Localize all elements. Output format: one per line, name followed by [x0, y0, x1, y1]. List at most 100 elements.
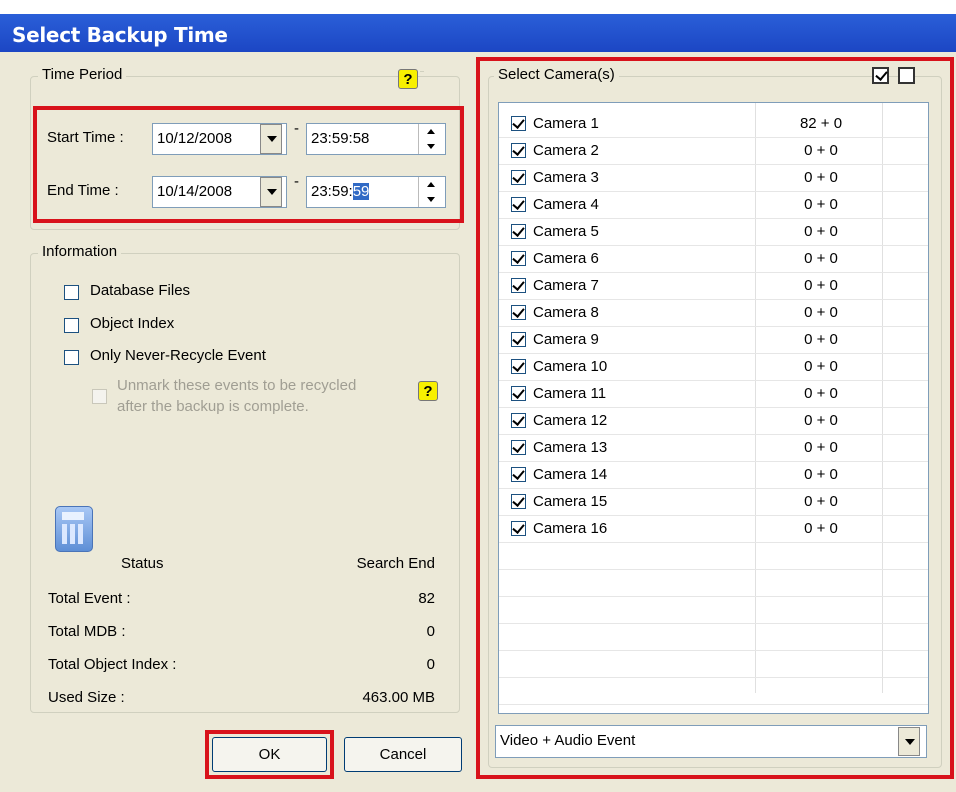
camera-event-count: 0 + 0: [804, 250, 838, 267]
camera-name: Camera 8: [533, 304, 599, 321]
end-date-value: 10/14/2008: [157, 183, 233, 200]
object-index-checkbox[interactable]: [64, 318, 79, 333]
table-row: [499, 651, 928, 678]
camera-name: Camera 11: [533, 385, 607, 402]
help-icon[interactable]: ?: [418, 381, 438, 401]
start-time-label: Start Time :: [47, 129, 124, 146]
database-files-label: Database Files: [90, 282, 191, 299]
table-row[interactable]: Camera 1 82 + 0: [499, 111, 928, 138]
unmark-recycle-label-line1: Unmark these events to be recycled: [117, 377, 357, 394]
help-icon[interactable]: ?: [398, 69, 418, 89]
used-size-label: Used Size :: [48, 689, 125, 706]
total-event-label: Total Event :: [48, 590, 131, 607]
camera-checkbox[interactable]: [511, 359, 526, 374]
camera-checkbox[interactable]: [511, 278, 526, 293]
table-row[interactable]: Camera 11 0 + 0: [499, 381, 928, 408]
camera-checkbox[interactable]: [511, 386, 526, 401]
table-row[interactable]: Camera 9 0 + 0: [499, 327, 928, 354]
start-time-spinner[interactable]: [418, 124, 443, 154]
table-row: [499, 570, 928, 597]
table-row[interactable]: Camera 14 0 + 0: [499, 462, 928, 489]
camera-checkbox[interactable]: [511, 116, 526, 131]
event-type-dropdown-button[interactable]: [898, 727, 920, 756]
table-row[interactable]: Camera 5 0 + 0: [499, 219, 928, 246]
camera-name: Camera 2: [533, 142, 599, 159]
end-time-label: End Time :: [47, 182, 119, 199]
uncheck-all-icon[interactable]: [898, 67, 915, 84]
camera-checkbox[interactable]: [511, 413, 526, 428]
table-row[interactable]: Camera 7 0 + 0: [499, 273, 928, 300]
camera-checkbox[interactable]: [511, 143, 526, 158]
table-row[interactable]: Camera 2 0 + 0: [499, 138, 928, 165]
camera-event-count: 0 + 0: [804, 223, 838, 240]
ok-button[interactable]: OK: [212, 737, 327, 772]
start-time-value: 23:59:58: [311, 130, 370, 147]
camera-event-count: 0 + 0: [804, 331, 838, 348]
total-object-index-value: 0: [426, 656, 435, 673]
camera-checkbox[interactable]: [511, 332, 526, 347]
camera-event-count: 0 + 0: [804, 169, 838, 186]
camera-event-count: 82 + 0: [799, 115, 843, 132]
unmark-recycle-label-line2: after the backup is complete.: [117, 398, 309, 415]
total-mdb-label: Total MDB :: [48, 623, 126, 640]
table-row[interactable]: Camera 13 0 + 0: [499, 435, 928, 462]
unmark-recycle-checkbox[interactable]: [92, 389, 107, 404]
camera-checkbox[interactable]: [511, 170, 526, 185]
time-period-legend: Time Period: [38, 66, 127, 83]
table-row[interactable]: Camera 4 0 + 0: [499, 192, 928, 219]
end-time-selected-text: 59: [352, 183, 370, 200]
camera-list[interactable]: Camera 1 82 + 0 Camera 2 0 + 0 Camera 3 0 + 0…: [498, 102, 929, 714]
window-title: Select Backup Time: [12, 23, 228, 47]
table-row[interactable]: Camera 6 0 + 0: [499, 246, 928, 273]
spin-up-icon[interactable]: [419, 124, 443, 139]
end-time-prefix: 23:59:: [311, 183, 353, 200]
status-value: Search End: [356, 555, 435, 572]
camera-event-count: 0 + 0: [804, 412, 838, 429]
camera-checkbox[interactable]: [511, 197, 526, 212]
camera-event-count: 0 + 0: [804, 520, 838, 537]
camera-name: Camera 15: [533, 493, 608, 510]
table-row[interactable]: Camera 12 0 + 0: [499, 408, 928, 435]
total-event-value: 82: [418, 590, 435, 607]
table-row: [499, 597, 928, 624]
camera-checkbox[interactable]: [511, 251, 526, 266]
camera-name: Camera 14: [533, 466, 608, 483]
total-object-index-label: Total Object Index :: [48, 656, 177, 673]
camera-event-count: 0 + 0: [804, 385, 838, 402]
table-row[interactable]: Camera 8 0 + 0: [499, 300, 928, 327]
camera-checkbox[interactable]: [511, 440, 526, 455]
camera-name: Camera 3: [533, 169, 599, 186]
camera-event-count: 0 + 0: [804, 493, 838, 510]
never-recycle-checkbox[interactable]: [64, 350, 79, 365]
end-date-dropdown-button[interactable]: [260, 177, 282, 207]
spin-down-icon[interactable]: [419, 139, 443, 154]
camera-checkbox[interactable]: [511, 467, 526, 482]
table-row[interactable]: Camera 3 0 + 0: [499, 165, 928, 192]
camera-checkbox[interactable]: [511, 224, 526, 239]
table-row[interactable]: Camera 16 0 + 0: [499, 516, 928, 543]
database-files-checkbox[interactable]: [64, 285, 79, 300]
end-dash: -: [294, 173, 299, 190]
divider: [420, 71, 424, 72]
cancel-button[interactable]: Cancel: [344, 737, 462, 772]
table-row: [499, 543, 928, 570]
camera-checkbox[interactable]: [511, 494, 526, 509]
camera-checkbox[interactable]: [511, 521, 526, 536]
spin-down-icon[interactable]: [419, 192, 443, 207]
table-row[interactable]: Camera 10 0 + 0: [499, 354, 928, 381]
camera-name: Camera 1: [533, 115, 599, 132]
camera-name: Camera 4: [533, 196, 599, 213]
end-time-spinner[interactable]: [418, 177, 443, 207]
table-row: [499, 678, 928, 705]
table-row[interactable]: Camera 15 0 + 0: [499, 489, 928, 516]
never-recycle-label: Only Never-Recycle Event: [90, 347, 266, 364]
start-date-dropdown-button[interactable]: [260, 124, 282, 154]
spin-up-icon[interactable]: [419, 177, 443, 192]
event-type-select[interactable]: Video + Audio Event: [495, 725, 927, 758]
camera-checkbox[interactable]: [511, 305, 526, 320]
camera-legend: Select Camera(s): [494, 66, 619, 83]
camera-name: Camera 6: [533, 250, 599, 267]
camera-event-count: 0 + 0: [804, 196, 838, 213]
check-all-icon[interactable]: [872, 67, 889, 84]
camera-name: Camera 10: [533, 358, 608, 375]
